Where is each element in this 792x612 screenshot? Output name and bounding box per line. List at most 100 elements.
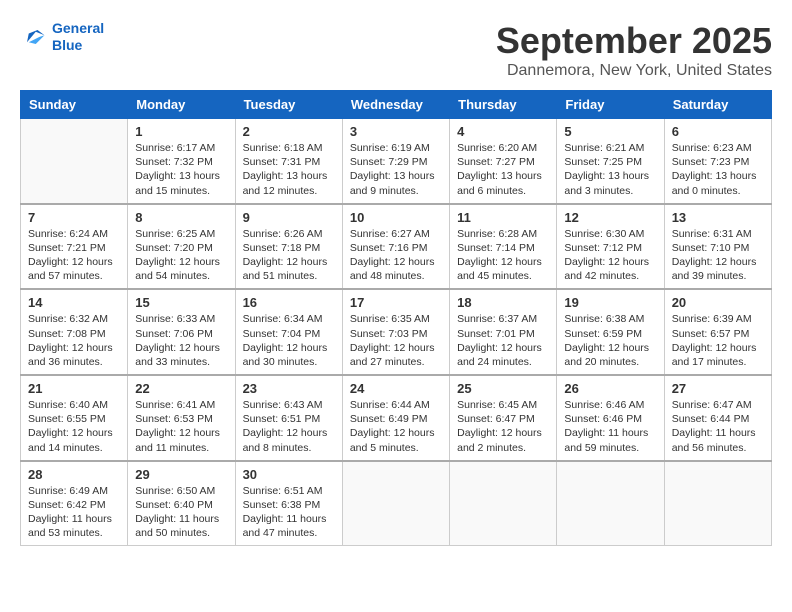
cell-info-line: Sunset: 7:29 PM (350, 155, 442, 169)
cell-info-line: Sunset: 6:59 PM (564, 327, 656, 341)
day-number: 29 (135, 467, 227, 482)
cell-info-line: and 30 minutes. (243, 355, 335, 369)
cell-info-line: and 2 minutes. (457, 441, 549, 455)
cell-info-line: Daylight: 12 hours (564, 255, 656, 269)
cell-info-line: Sunrise: 6:43 AM (243, 398, 335, 412)
calendar-cell (450, 461, 557, 546)
cell-info-line: Sunset: 6:47 PM (457, 412, 549, 426)
weekday-header-sunday: Sunday (21, 91, 128, 119)
cell-info-line: Sunset: 7:08 PM (28, 327, 120, 341)
cell-info-line: and 14 minutes. (28, 441, 120, 455)
cell-info-line: Sunset: 6:42 PM (28, 498, 120, 512)
calendar-cell: 22Sunrise: 6:41 AMSunset: 6:53 PMDayligh… (128, 375, 235, 461)
calendar-cell: 1Sunrise: 6:17 AMSunset: 7:32 PMDaylight… (128, 119, 235, 204)
day-number: 11 (457, 210, 549, 225)
day-number: 12 (564, 210, 656, 225)
calendar-cell: 26Sunrise: 6:46 AMSunset: 6:46 PMDayligh… (557, 375, 664, 461)
cell-info-line: and 53 minutes. (28, 526, 120, 540)
cell-info-line: Daylight: 12 hours (135, 255, 227, 269)
weekday-header-tuesday: Tuesday (235, 91, 342, 119)
calendar-cell: 30Sunrise: 6:51 AMSunset: 6:38 PMDayligh… (235, 461, 342, 546)
cell-info-line: Daylight: 13 hours (672, 169, 764, 183)
cell-info-line: and 3 minutes. (564, 184, 656, 198)
calendar-cell: 27Sunrise: 6:47 AMSunset: 6:44 PMDayligh… (664, 375, 771, 461)
cell-info-line: Sunrise: 6:50 AM (135, 484, 227, 498)
cell-info-line: Sunrise: 6:46 AM (564, 398, 656, 412)
day-number: 21 (28, 381, 120, 396)
calendar-cell: 7Sunrise: 6:24 AMSunset: 7:21 PMDaylight… (21, 204, 128, 290)
cell-info-line: Daylight: 12 hours (28, 426, 120, 440)
cell-info-line: Sunrise: 6:20 AM (457, 141, 549, 155)
cell-info-line: Sunset: 7:18 PM (243, 241, 335, 255)
calendar-cell: 16 Sunrise: 6:34 AMSunset: 7:04 PMDayligh… (235, 289, 342, 375)
cell-info-line: Sunset: 7:21 PM (28, 241, 120, 255)
cell-info-line: Sunrise: 6:25 AM (135, 227, 227, 241)
calendar-cell (557, 461, 664, 546)
cell-info-line: Sunset: 6:51 PM (243, 412, 335, 426)
cell-info-line: Sunset: 7:10 PM (672, 241, 764, 255)
cell-info-line: Daylight: 12 hours (564, 341, 656, 355)
calendar-cell: 24Sunrise: 6:44 AMSunset: 6:49 PMDayligh… (342, 375, 449, 461)
cell-info-line: and 36 minutes. (28, 355, 120, 369)
day-number: 27 (672, 381, 764, 396)
cell-info-line: Daylight: 12 hours (350, 255, 442, 269)
cell-info-line: Sunset: 7:06 PM (135, 327, 227, 341)
cell-info-line: and 27 minutes. (350, 355, 442, 369)
day-number: 15 (135, 295, 227, 310)
cell-info-line: Sunrise: 6:23 AM (672, 141, 764, 155)
cell-info-line: and 0 minutes. (672, 184, 764, 198)
cell-info-line: Sunset: 7:31 PM (243, 155, 335, 169)
cell-info-line: Sunrise: 6:17 AM (135, 141, 227, 155)
weekday-header-thursday: Thursday (450, 91, 557, 119)
cell-info-line: Sunrise: 6:38 AM (564, 312, 656, 326)
calendar-week-row: 1Sunrise: 6:17 AMSunset: 7:32 PMDaylight… (21, 119, 772, 204)
cell-info-line: Sunset: 7:04 PM (243, 327, 335, 341)
cell-info-line: Daylight: 12 hours (457, 341, 549, 355)
cell-info-line: Daylight: 11 hours (28, 512, 120, 526)
cell-info-line: and 39 minutes. (672, 269, 764, 283)
day-number: 4 (457, 124, 549, 139)
cell-info-line: Daylight: 13 hours (243, 169, 335, 183)
cell-info-line: Sunset: 7:14 PM (457, 241, 549, 255)
cell-info-line: Sunset: 7:23 PM (672, 155, 764, 169)
weekday-header-friday: Friday (557, 91, 664, 119)
cell-info-line: Daylight: 13 hours (350, 169, 442, 183)
cell-info-line: Sunset: 6:55 PM (28, 412, 120, 426)
logo: General Blue (20, 20, 104, 54)
cell-info-line: Sunrise: 6:33 AM (135, 312, 227, 326)
cell-info-line: and 20 minutes. (564, 355, 656, 369)
cell-info-line: and 56 minutes. (672, 441, 764, 455)
day-number: 28 (28, 467, 120, 482)
cell-info-line: Daylight: 13 hours (457, 169, 549, 183)
cell-info-line: Sunrise: 6:26 AM (243, 227, 335, 241)
cell-info-line: Sunrise: 6:45 AM (457, 398, 549, 412)
cell-info-line: and 47 minutes. (243, 526, 335, 540)
cell-info-line: Sunrise: 6:34 AM (243, 312, 335, 326)
weekday-header-monday: Monday (128, 91, 235, 119)
weekday-header-wednesday: Wednesday (342, 91, 449, 119)
calendar-cell: 14Sunrise: 6:32 AMSunset: 7:08 PMDayligh… (21, 289, 128, 375)
calendar-cell: 10Sunrise: 6:27 AMSunset: 7:16 PMDayligh… (342, 204, 449, 290)
cell-info-line: Sunset: 6:40 PM (135, 498, 227, 512)
calendar-cell: 25Sunrise: 6:45 AMSunset: 6:47 PMDayligh… (450, 375, 557, 461)
cell-info-line: Sunrise: 6:30 AM (564, 227, 656, 241)
day-number: 9 (243, 210, 335, 225)
logo-icon (20, 23, 48, 51)
cell-info-line: Daylight: 12 hours (135, 341, 227, 355)
cell-info-line: and 54 minutes. (135, 269, 227, 283)
cell-info-line: Daylight: 12 hours (243, 341, 335, 355)
cell-info-line: Daylight: 13 hours (135, 169, 227, 183)
cell-info-line: Sunrise: 6:19 AM (350, 141, 442, 155)
page-header: General Blue September 2025 Dannemora, N… (20, 20, 772, 80)
day-number: 16 (243, 295, 335, 310)
cell-info-line: Sunrise: 6:27 AM (350, 227, 442, 241)
cell-info-line: Sunrise: 6:39 AM (672, 312, 764, 326)
calendar-cell: 6Sunrise: 6:23 AMSunset: 7:23 PMDaylight… (664, 119, 771, 204)
title-area: September 2025 Dannemora, New York, Unit… (496, 20, 772, 80)
calendar-week-row: 14Sunrise: 6:32 AMSunset: 7:08 PMDayligh… (21, 289, 772, 375)
calendar-cell: 23Sunrise: 6:43 AMSunset: 6:51 PMDayligh… (235, 375, 342, 461)
calendar-week-row: 21Sunrise: 6:40 AMSunset: 6:55 PMDayligh… (21, 375, 772, 461)
cell-info-line: Daylight: 12 hours (350, 426, 442, 440)
cell-info-line: Daylight: 11 hours (564, 426, 656, 440)
calendar-cell: 4Sunrise: 6:20 AMSunset: 7:27 PMDaylight… (450, 119, 557, 204)
